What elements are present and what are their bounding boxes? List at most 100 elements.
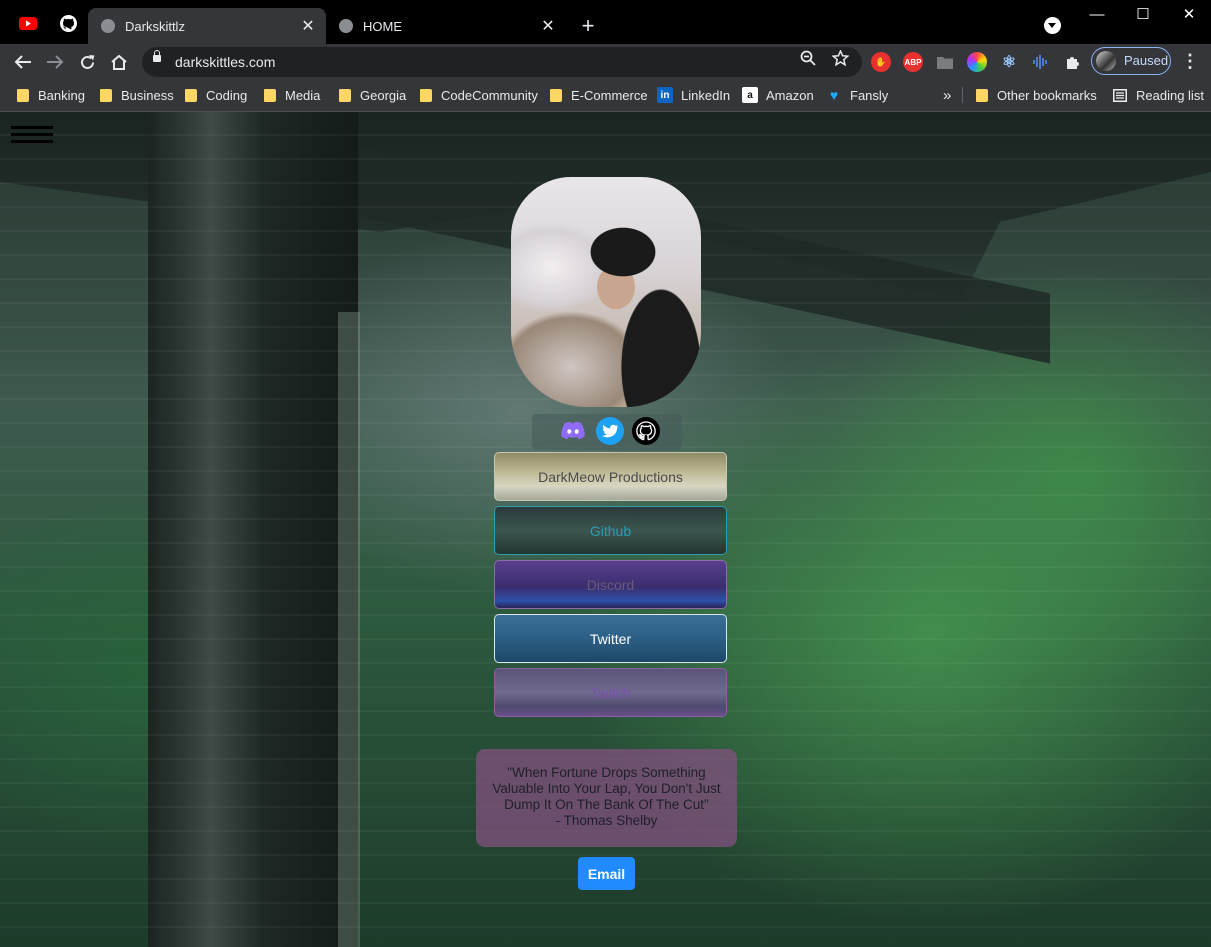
bookmark-label: Banking	[38, 87, 85, 103]
bookmark-label: Fansly	[850, 87, 889, 103]
url-text: darkskittles.com	[175, 54, 276, 70]
folder-icon	[339, 88, 351, 102]
maximize-button[interactable]: ☐	[1120, 0, 1166, 32]
forward-button[interactable]	[41, 48, 69, 76]
avatar	[1096, 51, 1116, 71]
bookmarks-bar: Banking Business Coding Media Georgia Co…	[0, 80, 1211, 112]
tab-search-button[interactable]	[1044, 17, 1061, 34]
bookmark-label: Business	[121, 87, 174, 103]
tab-darkskittlz[interactable]: Darkskittlz ✕	[88, 8, 326, 44]
browser-toolbar: darkskittles.com ✋ ABP ⚛ Paused ⋮	[0, 44, 1211, 80]
bookmark-label: Other bookmarks	[997, 87, 1097, 103]
reading-list[interactable]: Reading list	[1113, 80, 1204, 110]
bookmark-label: E-Commerce	[571, 87, 648, 103]
discord-icon[interactable]	[559, 417, 587, 445]
folder-icon	[185, 88, 197, 102]
title-bar: Darkskittlz ✕ HOME ✕ + — ☐ ✕	[0, 0, 1211, 44]
bookmark-label: Amazon	[766, 87, 814, 103]
link-label: Twitter	[589, 630, 632, 647]
social-icons-bar	[532, 414, 682, 450]
close-window-button[interactable]: ✕	[1166, 0, 1211, 32]
folder-icon	[550, 88, 562, 102]
tab-home[interactable]: HOME ✕	[326, 8, 566, 44]
bookmark-label: Reading list	[1136, 87, 1204, 103]
color-wheel-icon[interactable]	[967, 52, 987, 72]
globe-icon	[101, 19, 115, 33]
twitter-icon[interactable]	[596, 417, 624, 445]
adblock-hand-icon[interactable]: ✋	[871, 52, 891, 72]
quote-line: Valuable Into Your Lap, You Don't Just	[492, 781, 721, 796]
bookmark-coding[interactable]: Coding	[185, 80, 247, 110]
zoom-icon[interactable]	[800, 47, 816, 77]
hamburger-menu-icon[interactable]	[11, 126, 53, 146]
bookmark-label: Media	[285, 87, 321, 103]
quote-line: Dump It On The Bank Of The Cut"	[504, 797, 709, 812]
audio-wave-icon[interactable]	[1031, 52, 1051, 72]
folder-icon	[100, 88, 112, 102]
home-button[interactable]	[105, 48, 133, 76]
reload-icon	[80, 54, 94, 69]
link-label: Twitch	[590, 684, 631, 701]
folder-plus-icon[interactable]	[935, 52, 955, 72]
link-darkmeow-productions[interactable]: DarkMeow Productions	[494, 452, 727, 501]
link-twitch[interactable]: Twitch	[494, 668, 727, 717]
folder-icon	[976, 88, 988, 102]
fansly-icon: ♥	[829, 87, 839, 103]
bookmark-separator	[962, 87, 963, 103]
bookmark-amazon[interactable]: a Amazon	[742, 80, 814, 110]
pinned-tab-github[interactable]	[50, 8, 86, 44]
profile-button[interactable]: Paused	[1091, 47, 1171, 75]
profile-status: Paused	[1124, 53, 1169, 68]
link-github[interactable]: Github	[494, 506, 727, 555]
github-icon[interactable]	[632, 417, 660, 445]
link-label: Github	[589, 522, 632, 539]
lock-icon	[153, 50, 161, 62]
folder-icon	[17, 88, 29, 102]
puzzle-icon[interactable]	[1063, 52, 1083, 72]
bookmark-label: CodeCommunity	[441, 87, 538, 103]
forward-arrow-icon	[47, 55, 64, 69]
quote-author: - Thomas Shelby	[555, 813, 658, 828]
bookmark-media[interactable]: Media	[264, 80, 320, 110]
globe-icon	[339, 19, 353, 33]
amazon-icon: a	[742, 87, 758, 103]
close-icon[interactable]: ✕	[298, 16, 318, 36]
youtube-icon	[19, 17, 37, 35]
bookmark-banking[interactable]: Banking	[17, 80, 85, 110]
react-icon[interactable]: ⚛	[999, 52, 1019, 72]
pinned-tab-youtube[interactable]	[10, 8, 46, 44]
back-arrow-icon	[14, 55, 31, 69]
reload-button[interactable]	[73, 48, 101, 76]
bookmark-linkedin[interactable]: in LinkedIn	[657, 80, 730, 110]
quote-line: "When Fortune Drops Something	[507, 765, 706, 780]
new-tab-button[interactable]: +	[576, 12, 600, 40]
other-bookmarks[interactable]: Other bookmarks	[976, 80, 1097, 110]
reading-list-icon	[1113, 88, 1127, 102]
abp-icon[interactable]: ABP	[903, 52, 923, 72]
link-twitter[interactable]: Twitter	[494, 614, 727, 663]
tab-title: HOME	[363, 18, 402, 34]
bookmark-codecommunity[interactable]: CodeCommunity	[420, 80, 538, 110]
browser-menu-button[interactable]: ⋮	[1180, 50, 1200, 74]
back-button[interactable]	[9, 48, 37, 76]
bookmark-business[interactable]: Business	[100, 80, 174, 110]
email-button[interactable]: Email	[578, 857, 635, 890]
tab-title: Darkskittlz	[125, 18, 185, 34]
star-icon[interactable]	[831, 47, 850, 77]
folder-icon	[264, 88, 276, 102]
address-bar[interactable]: darkskittles.com	[142, 47, 862, 77]
quote-box: "When Fortune Drops Something Valuable I…	[476, 749, 737, 847]
minimize-button[interactable]: —	[1074, 0, 1120, 32]
linkedin-icon: in	[657, 87, 673, 103]
home-icon	[111, 54, 127, 70]
link-label: Discord	[586, 576, 635, 593]
bookmark-georgia[interactable]: Georgia	[339, 80, 406, 110]
link-label: DarkMeow Productions	[538, 468, 683, 485]
link-discord[interactable]: Discord	[494, 560, 727, 609]
bookmark-label: LinkedIn	[681, 87, 731, 103]
close-icon[interactable]: ✕	[538, 16, 558, 36]
bookmarks-overflow-button[interactable]: »	[943, 80, 951, 110]
bookmark-label: Georgia	[360, 87, 407, 103]
bookmark-ecommerce[interactable]: E-Commerce	[550, 80, 648, 110]
bookmark-fansly[interactable]: ♥ Fansly	[826, 80, 888, 110]
